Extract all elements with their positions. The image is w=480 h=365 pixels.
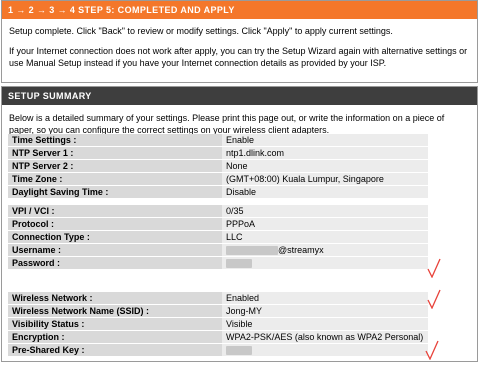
row-label: Pre-Shared Key :: [8, 343, 222, 356]
row-label: Daylight Saving Time :: [8, 185, 222, 198]
wireless-settings-table: Wireless Network : Enabled Wireless Netwo…: [8, 292, 428, 356]
row-value: Enabled: [222, 292, 428, 305]
row-label: Protocol :: [8, 217, 222, 231]
time-settings-table: Time Settings : Enable NTP Server 1 : ntp1…: [8, 134, 428, 198]
table-row: VPI / VCI :0/35: [8, 205, 428, 218]
setup-complete-text: Setup complete. Click "Back" to review o…: [9, 26, 393, 36]
table-row: Wireless Network : Enabled: [8, 292, 428, 305]
redacted-block: [226, 246, 278, 256]
row-label: Wireless Network :: [8, 292, 222, 305]
table-row: Encryption : WPA2-PSK/AES (also known as …: [8, 330, 428, 344]
table-row: Protocol : PPPoA: [8, 217, 428, 231]
step-header: 1 → 2 → 3 → 4 STEP 5: COMPLETED AND APPL…: [2, 1, 477, 19]
table-row: Password :: [8, 256, 428, 269]
summary-header: SETUP SUMMARY: [2, 87, 477, 105]
row-value: LLC: [222, 230, 428, 244]
row-value: Disable: [222, 185, 428, 198]
check-mark-icon: [427, 289, 441, 309]
retry-info-text: If your Internet connection does not wor…: [9, 46, 468, 68]
username-suffix: @streamyx: [278, 245, 324, 255]
table-row: NTP Server 2 : None: [8, 159, 428, 173]
check-mark-icon: [425, 340, 439, 360]
row-value: WPA2-PSK/AES (also known as WPA2 Persona…: [222, 330, 428, 344]
row-value: None: [222, 159, 428, 173]
username-value: @streamyx: [222, 243, 428, 257]
table-row: Time Settings : Enable: [8, 134, 428, 147]
row-value: Visible: [222, 317, 428, 331]
row-label: NTP Server 2 :: [8, 159, 222, 173]
redacted-block: [226, 346, 252, 356]
row-value: Enable: [222, 134, 428, 147]
summary-intro-text: Below is a detailed summary of your sett…: [9, 113, 445, 135]
check-mark-icon: [427, 258, 441, 278]
row-label: NTP Server 1 :: [8, 146, 222, 160]
row-value: 0/35: [222, 205, 428, 218]
redacted-block: [226, 259, 252, 269]
row-label: Time Settings :: [8, 134, 222, 147]
row-label: Encryption :: [8, 330, 222, 344]
table-row: Daylight Saving Time : Disable: [8, 185, 428, 198]
table-row: Visibility Status : Visible: [8, 317, 428, 331]
internet-settings-table: VPI / VCI :0/35 Protocol : PPPoA Connecti…: [8, 205, 428, 269]
table-row: Time Zone : (GMT+08:00) Kuala Lumpur, Sin…: [8, 172, 428, 186]
row-value: PPPoA: [222, 217, 428, 231]
row-label: Password :: [8, 256, 222, 269]
psk-value: [222, 343, 428, 356]
password-value: [222, 256, 428, 269]
row-value: ntp1.dlink.com: [222, 146, 428, 160]
row-value: (GMT+08:00) Kuala Lumpur, Singapore: [222, 172, 428, 186]
row-value: Jong-MY: [222, 304, 428, 318]
row-label: Connection Type :: [8, 230, 222, 244]
table-row: NTP Server 1 : ntp1.dlink.com: [8, 146, 428, 160]
row-label: Time Zone :: [8, 172, 222, 186]
table-row: Connection Type : LLC: [8, 230, 428, 244]
table-row: Wireless Network Name (SSID) : Jong-MY: [8, 304, 428, 318]
table-row: Username : @streamyx: [8, 243, 428, 257]
row-label: VPI / VCI :: [8, 205, 222, 218]
row-label: Wireless Network Name (SSID) :: [8, 304, 222, 318]
step-5-panel: 1 → 2 → 3 → 4 STEP 5: COMPLETED AND APPL…: [1, 0, 478, 83]
setup-summary-panel: SETUP SUMMARY Below is a detailed summar…: [1, 86, 478, 362]
row-label: Visibility Status :: [8, 317, 222, 331]
row-label: Username :: [8, 243, 222, 257]
table-row: Pre-Shared Key :: [8, 343, 428, 356]
